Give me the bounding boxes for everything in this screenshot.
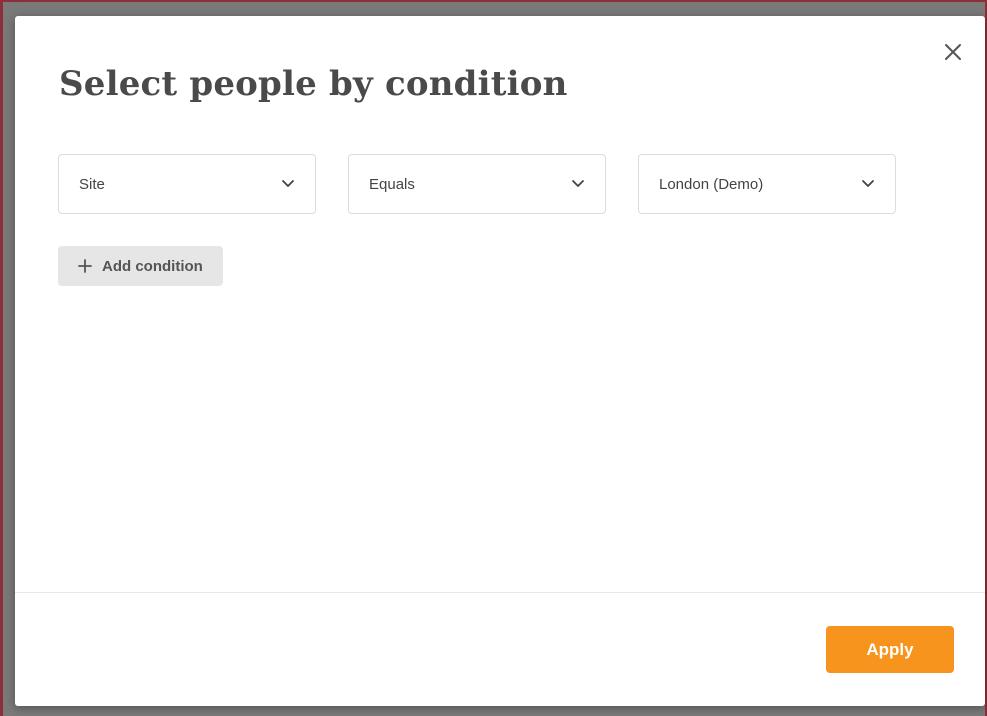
operator-select-value: Equals	[369, 175, 415, 193]
add-condition-label: Add condition	[102, 257, 203, 275]
chevron-down-icon	[572, 180, 584, 187]
operator-select[interactable]: Equals	[348, 154, 606, 214]
app-backdrop: Select people by condition Site Equals L…	[0, 0, 987, 716]
chevron-down-icon	[282, 180, 294, 187]
window-border-top	[0, 0, 987, 2]
window-border-left	[0, 0, 3, 716]
modal-title: Select people by condition	[59, 64, 568, 104]
close-icon	[945, 44, 961, 60]
value-select-value: London (Demo)	[659, 175, 764, 193]
plus-icon	[78, 259, 92, 273]
close-button[interactable]	[939, 38, 967, 66]
value-select[interactable]: London (Demo)	[638, 154, 896, 214]
apply-button[interactable]: Apply	[826, 626, 954, 673]
footer-divider	[15, 592, 985, 593]
add-condition-button[interactable]: Add condition	[58, 246, 223, 286]
select-people-modal: Select people by condition Site Equals L…	[15, 16, 985, 706]
field-select-value: Site	[79, 175, 105, 193]
chevron-down-icon	[862, 180, 874, 187]
field-select[interactable]: Site	[58, 154, 316, 214]
condition-row: Site Equals London (Demo)	[58, 154, 896, 214]
